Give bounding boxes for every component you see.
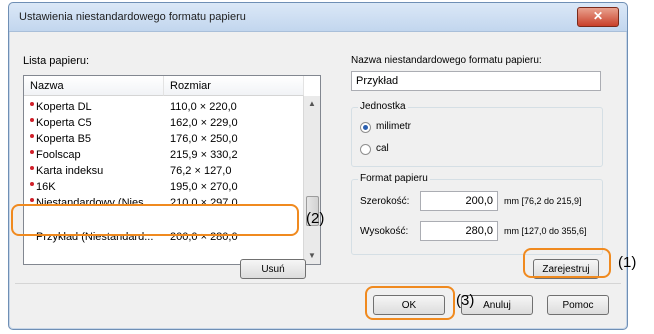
callout-3: (3)	[456, 292, 475, 309]
radio-millimeter[interactable]	[360, 122, 371, 133]
marker-icon	[30, 198, 34, 202]
dialog-window: Ustawienia niestandardowego formatu papi…	[8, 2, 628, 330]
item-size: 76,2 × 127,0	[170, 165, 232, 177]
delete-button[interactable]: Usuń	[240, 259, 306, 279]
close-button[interactable]: ✕	[577, 7, 619, 27]
item-name: Koperta DL	[36, 101, 92, 113]
marker-icon	[30, 150, 34, 154]
column-header-size[interactable]: Rozmiar	[164, 76, 304, 96]
paper-list[interactable]: Nazwa Rozmiar Koperta DL 110,0 × 220,0 K…	[23, 75, 321, 265]
paper-format-title: Format papieru	[358, 173, 430, 184]
marker-icon	[30, 102, 34, 106]
item-name: Karta indeksu	[36, 165, 104, 177]
list-item[interactable]: Karta indeksu 76,2 × 127,0	[24, 164, 304, 178]
item-size: 195,0 × 270,0	[170, 181, 238, 193]
callout-2: (2)	[306, 210, 325, 227]
item-name: Koperta C5	[36, 117, 92, 129]
radio-millimeter-label: milimetr	[376, 121, 411, 132]
marker-icon	[30, 182, 34, 186]
list-item[interactable]: Koperta DL 110,0 × 220,0	[24, 100, 304, 114]
height-range: mm [127,0 do 355,6]	[504, 226, 587, 236]
item-name: 16K	[36, 181, 56, 193]
width-range: mm [76,2 do 215,9]	[504, 196, 582, 206]
highlight-ok-button	[365, 286, 455, 320]
item-size: 162,0 × 229,0	[170, 117, 238, 129]
paper-format-group: Format papieru Szerokość: 200,0 mm [76,2…	[351, 173, 603, 255]
item-size: 176,0 × 250,0	[170, 133, 238, 145]
title-bar: Ustawienia niestandardowego formatu papi…	[9, 3, 627, 32]
item-name: Koperta B5	[36, 133, 92, 145]
scroll-up-icon[interactable]: ▲	[304, 96, 320, 112]
height-field[interactable]: 280,0	[420, 221, 498, 241]
divider	[15, 283, 621, 284]
item-size: 215,9 × 330,2	[170, 149, 238, 161]
list-scrollbar[interactable]: ▲ ▼	[303, 96, 320, 264]
item-size: 210,0 × 297,0	[170, 197, 238, 204]
item-name: Foolscap	[36, 149, 81, 161]
marker-icon	[30, 166, 34, 170]
highlight-selected-item	[11, 204, 299, 236]
help-button[interactable]: Pomoc	[547, 295, 609, 315]
column-header-name[interactable]: Nazwa	[24, 76, 164, 96]
list-item[interactable]: Koperta C5 162,0 × 229,0	[24, 116, 304, 130]
dialog-content: Lista papieru: Nazwa Rozmiar Koperta DL …	[15, 33, 621, 323]
marker-icon	[30, 134, 34, 138]
unit-group-title: Jednostka	[358, 101, 408, 112]
width-field[interactable]: 200,0	[420, 191, 498, 211]
radio-inch[interactable]	[360, 144, 371, 155]
list-item[interactable]: Koperta B5 176,0 × 250,0	[24, 132, 304, 146]
height-label: Wysokość:	[360, 226, 409, 237]
item-size: 110,0 × 220,0	[170, 101, 237, 113]
list-item[interactable]: Foolscap 215,9 × 330,2	[24, 148, 304, 162]
format-name-label: Nazwa niestandardowego formatu papieru:	[351, 55, 542, 66]
list-item[interactable]: 16K 195,0 × 270,0	[24, 180, 304, 194]
width-label: Szerokość:	[360, 196, 410, 207]
highlight-register-button	[523, 248, 611, 278]
radio-inch-label: cal	[376, 143, 389, 154]
unit-group: Jednostka milimetr cal	[351, 101, 603, 167]
scroll-down-icon[interactable]: ▼	[304, 248, 320, 264]
list-item[interactable]: Niestandardowy (Nies... 210,0 × 297,0	[24, 196, 304, 204]
callout-1: (1)	[618, 254, 637, 271]
format-name-field[interactable]: Przykład	[351, 71, 601, 91]
item-name: Niestandardowy (Nies...	[36, 197, 153, 204]
marker-icon	[30, 118, 34, 122]
paper-list-label: Lista papieru:	[23, 55, 90, 67]
window-title: Ustawienia niestandardowego formatu papi…	[19, 11, 246, 23]
